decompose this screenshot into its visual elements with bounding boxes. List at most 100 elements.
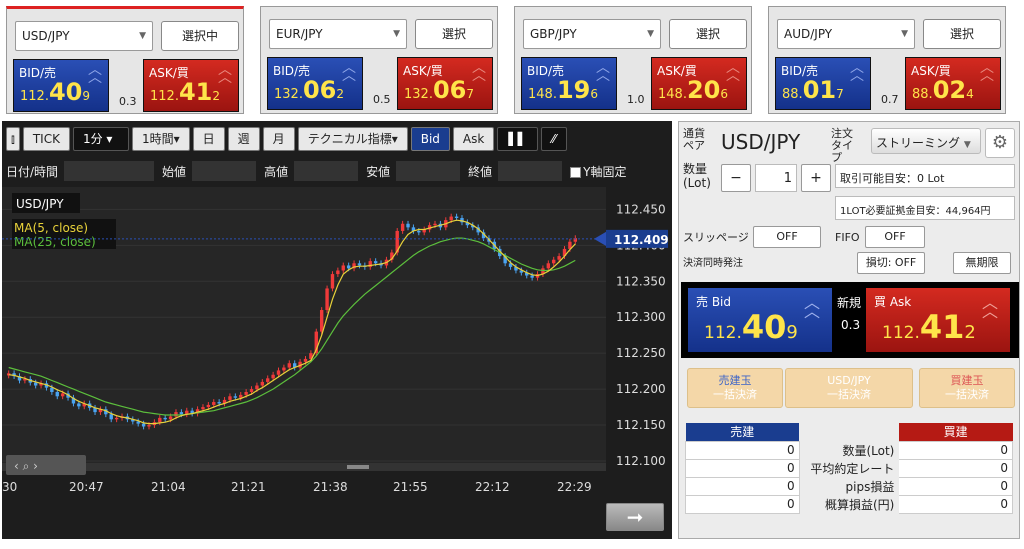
quantity-minus-button[interactable]: −	[721, 164, 751, 192]
interval-select[interactable]: 1分 ▾	[72, 127, 129, 151]
bid-quote-button[interactable]: BID/売 ︿ ︿ 88.017	[775, 57, 871, 110]
candle-body	[249, 389, 254, 392]
bid-quote-button[interactable]: BID/売 ︿ ︿ 132.062	[267, 57, 363, 110]
ask-price: 148.206	[658, 76, 728, 104]
ask-quote-button[interactable]: ASK/買 ︿ ︿ 112.412	[143, 59, 239, 112]
candle-body	[400, 223, 405, 231]
y-tick-label: 112.200	[616, 382, 666, 396]
y-fixed-checkbox[interactable]: Y軸固定	[570, 163, 626, 180]
settle-all-buy-button[interactable]: 買建玉 一括決済	[919, 368, 1015, 408]
week-button[interactable]: 週	[227, 127, 260, 151]
month-button[interactable]: 月	[262, 127, 295, 151]
open-field	[192, 161, 257, 181]
y-tick-label: 112.150	[616, 418, 666, 432]
chevron-up-icon: ︿ ︿	[980, 60, 994, 84]
pair-select[interactable]: AUD/JPY ▼	[777, 19, 915, 49]
candle-body	[325, 288, 329, 311]
candle-body	[260, 381, 265, 386]
candle-body	[55, 391, 59, 397]
bid-toggle[interactable]: Bid	[410, 127, 450, 151]
indicator-select[interactable]: テクニカル指標▾	[297, 127, 408, 151]
buy-price: 112.412	[882, 308, 976, 346]
chevron-up-icon: ︿ ︿	[218, 62, 232, 86]
bid-quote-button[interactable]: BID/売 ︿ ︿ 112.409	[13, 59, 109, 112]
bid-quote-button[interactable]: BID/売 ︿ ︿ 148.196	[521, 57, 617, 110]
y-tick-label: 112.250	[616, 346, 666, 360]
ask-price: 112.412	[150, 78, 220, 106]
order-panel: 通貨ペア USD/JPY 注文タイプ ストリーミング ▼ ⚙ 数量(Lot) −…	[678, 121, 1020, 539]
y-tick-label: 112.100	[616, 454, 666, 468]
quantity-plus-button[interactable]: +	[801, 164, 831, 192]
chevron-down-icon: ▼	[393, 29, 400, 39]
buy-value: 0	[898, 494, 1013, 514]
jump-to-latest-icon[interactable]: ➞	[606, 503, 664, 531]
chart-panel: ⫾ TICK 1分 ▾ 1時間▾ 日 週 月 テクニカル指標▾ Bid Ask …	[2, 121, 672, 539]
x-tick-label: 30	[2, 480, 17, 494]
settle-all-sell-button[interactable]: 売建玉 一括決済	[687, 368, 783, 408]
chevron-up-icon: ︿ ︿	[726, 60, 740, 84]
candle-body	[141, 423, 146, 427]
candle-body	[373, 261, 378, 264]
ask-quote-button[interactable]: ASK/買 ︿ ︿ 148.206	[651, 57, 747, 110]
ask-price: 88.024	[912, 76, 974, 104]
candle-body	[239, 394, 243, 398]
quote-tile: GBP/JPY ▼ 選択 BID/売 ︿ ︿ 148.196 1.0 ASK/買 ︿…	[514, 6, 752, 114]
tick-button[interactable]: TICK	[22, 127, 70, 151]
candle-body	[147, 425, 151, 427]
order-pair: USD/JPY	[721, 130, 801, 154]
buy-position-header: 買建	[898, 423, 1013, 441]
candle-body	[341, 265, 345, 271]
day-button[interactable]: 日	[192, 127, 225, 151]
bid-price: 148.196	[528, 76, 598, 104]
settle-all-pair-button[interactable]: USD/JPY 一括決済	[785, 368, 913, 408]
select-pair-button[interactable]: 選択	[923, 19, 1001, 49]
candle-body	[77, 403, 81, 407]
quote-tile: EUR/JPY ▼ 選択 BID/売 ︿ ︿ 132.062 0.5 ASK/買 ︿…	[260, 6, 498, 114]
line-chart-icon[interactable]: ⁄⁄	[540, 127, 567, 151]
quantity-input[interactable]: 1	[755, 164, 797, 192]
fifo-button[interactable]: OFF	[865, 226, 925, 248]
sell-price: 112.409	[704, 308, 798, 346]
period-select[interactable]: 1時間▾	[131, 127, 190, 151]
x-tick-label: 20:47	[69, 480, 104, 494]
select-pair-button[interactable]: 選択	[415, 19, 493, 49]
expiry-button[interactable]: 無期限	[953, 252, 1011, 274]
candle-body	[109, 414, 113, 420]
ask-toggle[interactable]: Ask	[452, 127, 495, 151]
buy-ask-button[interactable]: 買 Ask ︿ ︿ 112.412	[865, 287, 1011, 353]
price-chart[interactable]: 112.450112.400112.350112.300112.250112.2…	[2, 187, 672, 539]
high-label: 高値	[264, 164, 289, 179]
slippage-button[interactable]: OFF	[753, 226, 821, 248]
candle-body	[114, 417, 119, 420]
chevron-up-icon: ︿ ︿	[981, 293, 998, 321]
candle-body	[50, 387, 54, 392]
pair-select[interactable]: USD/JPY ▼	[15, 21, 153, 51]
candle-body	[212, 402, 216, 405]
ask-quote-button[interactable]: ASK/買 ︿ ︿ 88.024	[905, 57, 1001, 110]
chevron-up-icon: ︿ ︿	[803, 293, 820, 321]
x-tick-label: 22:12	[475, 480, 510, 494]
candle-body	[406, 223, 410, 228]
chevron-up-icon: ︿ ︿	[88, 62, 102, 86]
candle-icon[interactable]: ⫾	[6, 127, 20, 151]
select-pair-button[interactable]: 選択中	[161, 21, 239, 51]
candlestick-chart-icon[interactable]: ▌▌	[497, 127, 538, 151]
candle-body	[255, 385, 259, 390]
sell-bid-button[interactable]: 売 Bid ︿ ︿ 112.409	[687, 287, 833, 353]
ask-quote-button[interactable]: ASK/買 ︿ ︿ 132.067	[397, 57, 493, 110]
candle-body	[179, 412, 184, 415]
scroll-track	[2, 463, 606, 471]
select-pair-button[interactable]: 選択	[669, 19, 747, 49]
tradable-lot: 取引可能目安：0 Lot	[835, 164, 1015, 188]
pair-select[interactable]: EUR/JPY ▼	[269, 19, 407, 49]
required-margin: 1LOT必要証拠金目安：44,964円	[835, 196, 1015, 220]
gear-icon[interactable]: ⚙	[985, 128, 1015, 158]
position-row: 0 pips損益 0	[685, 476, 1013, 496]
candle-body	[244, 391, 248, 395]
pair-select[interactable]: GBP/JPY ▼	[523, 19, 661, 49]
quantity-label: 数量(Lot)	[683, 162, 711, 190]
simultaneous-order-label: 決済同時発注	[683, 258, 743, 269]
order-type-select[interactable]: ストリーミング ▼	[871, 128, 981, 154]
datetime-label: 日付/時間	[6, 164, 59, 179]
stop-loss-button[interactable]: 損切: OFF	[857, 252, 925, 274]
